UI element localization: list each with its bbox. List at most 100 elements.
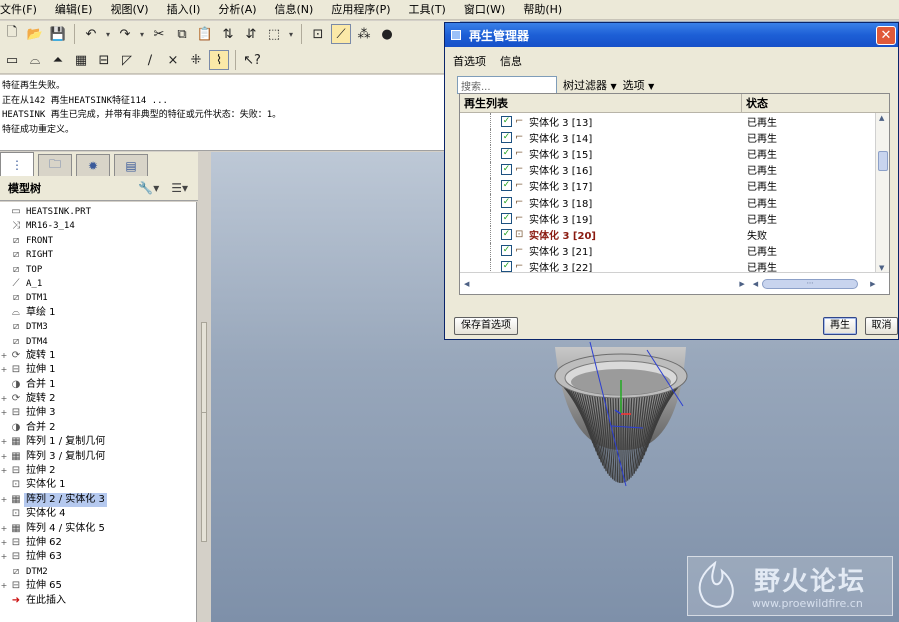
tab-layers[interactable]: ▤ (114, 154, 148, 176)
extrude-icon[interactable]: ⊟ (94, 50, 114, 70)
tree-node[interactable]: ⧄ DTM4 (0, 335, 196, 349)
menu-info[interactable]: 信息(N) (266, 0, 323, 20)
regen-row[interactable]: ✓ ⌐ 实体化 3 [15] 已再生 (460, 145, 889, 162)
redo-icon[interactable]: ↷ (115, 24, 135, 44)
select-box-icon[interactable]: ⬚ (264, 24, 284, 44)
tree-node[interactable]: + ⊟ 拉伸 2 (0, 464, 196, 478)
tree-node[interactable]: ⧄ DTM2 (0, 565, 196, 579)
expand-icon[interactable]: + (0, 464, 8, 478)
expand-icon[interactable]: + (0, 349, 8, 363)
tree-show-icon[interactable]: ☰▾ (171, 181, 188, 195)
menu-insert[interactable]: 插入(I) (158, 0, 210, 20)
sketch-icon[interactable]: ⌓ (25, 50, 45, 70)
regenerate-icon[interactable]: ⇅ (218, 24, 238, 44)
tree-node[interactable]: ⧄ FRONT (0, 234, 196, 248)
datum-axes-icon[interactable]: ⟋ (331, 24, 351, 44)
tab-folder-browser[interactable]: 🗀 (38, 154, 72, 176)
regen-checkbox[interactable]: ✓ (501, 164, 512, 176)
regen-checkbox[interactable]: ✓ (501, 245, 512, 257)
tree-node[interactable]: ◑ 合并 2 (0, 421, 196, 435)
tree-node[interactable]: ⊡ 实体化 4 (0, 507, 196, 521)
regen-row[interactable]: ✓ ⌐ 实体化 3 [16] 已再生 (460, 161, 889, 178)
regen-row[interactable]: ✓ ⊡ 实体化 3 [20] 失败 (460, 226, 889, 243)
options-dropdown[interactable]: 选项 ▼ (623, 77, 655, 93)
tree-node[interactable]: + ▦ 阵列 1 / 复制几何 (0, 435, 196, 449)
tree-node[interactable]: + ▦ 阵列 2 / 实体化 3 (0, 492, 196, 508)
undo-dropdown-icon[interactable]: ▾ (104, 24, 112, 44)
datum-plane-icon[interactable]: ▭ (2, 50, 22, 70)
tree-node[interactable]: + ⊟ 拉伸 63 (0, 550, 196, 564)
scroll-thumb[interactable] (878, 151, 888, 171)
tree-node[interactable]: ⧄ TOP (0, 263, 196, 277)
tree-node[interactable]: + ⊟ 拉伸 1 (0, 363, 196, 377)
undo-icon[interactable]: ↶ (81, 24, 101, 44)
cancel-button[interactable]: 取消 (865, 317, 898, 335)
expand-icon[interactable]: + (0, 363, 8, 377)
tree-node[interactable]: ▭ HEATSINK.PRT (0, 205, 196, 219)
tab-model-tree[interactable]: ⋮ (0, 152, 34, 176)
sweep-icon[interactable]: ∕ (140, 50, 160, 70)
scroll-up-icon[interactable]: ▲ (879, 114, 884, 122)
datum-points-icon[interactable]: ⁂ (354, 24, 374, 44)
tree-node[interactable]: ⌓ 草绘 1 (0, 306, 196, 320)
copy-icon[interactable]: ⧉ (172, 24, 192, 44)
regen-checkbox[interactable]: ✓ (501, 115, 512, 127)
revolve-icon[interactable]: ⏶ (48, 50, 68, 70)
tree-node[interactable]: ⤨ MR16-3_14 (0, 219, 196, 233)
scroll-right-icon[interactable]: ▶ (739, 280, 744, 288)
search-input[interactable] (457, 76, 557, 94)
refit-view-icon[interactable]: ⊡ (308, 24, 328, 44)
expand-icon[interactable]: + (0, 435, 8, 449)
expand-icon[interactable]: + (0, 536, 8, 550)
scroll-left-icon[interactable]: ◀ (753, 280, 758, 288)
menu-window[interactable]: 窗口(W) (455, 0, 514, 20)
tree-node[interactable]: ⧄ DTM1 (0, 291, 196, 305)
expand-icon[interactable]: + (0, 550, 8, 564)
tree-node[interactable]: + ⊟ 拉伸 65 (0, 579, 196, 593)
redo-dropdown-icon[interactable]: ▾ (138, 24, 146, 44)
regen-row[interactable]: ✓ ⌐ 实体化 3 [14] 已再生 (460, 129, 889, 146)
pattern-icon[interactable]: ▦ (71, 50, 91, 70)
tab-favorites[interactable]: ✹ (76, 154, 110, 176)
tree-node[interactable]: + ⊟ 拉伸 62 (0, 536, 196, 550)
close-button[interactable]: ✕ (876, 25, 896, 45)
scroll-down-icon[interactable]: ▼ (879, 264, 884, 272)
tree-node[interactable]: ➜ 在此插入 (0, 594, 196, 608)
tree-filter-dropdown[interactable]: 树过滤器 ▼ (563, 77, 617, 93)
regen-checkbox[interactable]: ✓ (501, 212, 512, 224)
regen-checkbox[interactable]: ✓ (501, 131, 512, 143)
regen-checkbox[interactable]: ✓ (501, 147, 512, 159)
csys-icon[interactable]: ⁜ (186, 50, 206, 70)
panel-splitter[interactable] (198, 152, 211, 622)
column-status[interactable]: 状态 (742, 94, 889, 112)
regen-row[interactable]: ✓ ⌐ 实体化 3 [19] 已再生 (460, 210, 889, 227)
expand-icon[interactable]: + (0, 450, 8, 464)
tree-node[interactable]: ⧄ RIGHT (0, 248, 196, 262)
menu-information[interactable]: 信息 (500, 53, 522, 69)
new-file-icon[interactable]: 🗋 (2, 24, 22, 44)
tree-node[interactable]: + ⟳ 旋转 1 (0, 349, 196, 363)
regenerate-button[interactable]: 再生 (823, 317, 857, 335)
regen-row[interactable]: ✓ ⌐ 实体化 3 [13] 已再生 (460, 113, 889, 130)
expand-icon[interactable]: + (0, 579, 8, 593)
menu-applications[interactable]: 应用程序(P) (322, 0, 399, 20)
menu-help[interactable]: 帮助(H) (514, 0, 571, 20)
regen-manager-icon[interactable]: ⇵ (241, 24, 261, 44)
regen-checkbox[interactable]: ✓ (501, 228, 512, 240)
menu-preferences[interactable]: 首选项 (453, 53, 486, 69)
curve-icon[interactable]: ⌇ (209, 50, 229, 70)
open-file-icon[interactable]: 📂 (25, 24, 45, 44)
tree-node[interactable]: + ▦ 阵列 4 / 实体化 5 (0, 522, 196, 536)
tree-node[interactable]: + ⟳ 旋转 2 (0, 392, 196, 406)
paste-icon[interactable]: 📋 (195, 24, 215, 44)
tree-node[interactable]: ◑ 合并 1 (0, 378, 196, 392)
menu-edit[interactable]: 编辑(E) (46, 0, 102, 20)
menu-tools[interactable]: 工具(T) (400, 0, 455, 20)
expand-icon[interactable]: + (0, 493, 8, 507)
regen-row[interactable]: ✓ ⌐ 实体化 3 [21] 已再生 (460, 242, 889, 259)
help-icon[interactable]: ↖? (242, 50, 262, 70)
tree-node[interactable]: + ▦ 阵列 3 / 复制几何 (0, 450, 196, 464)
dialog-title-bar[interactable]: 再生管理器 ✕ (445, 23, 898, 47)
regen-row[interactable]: ✓ ⌐ 实体化 3 [17] 已再生 (460, 177, 889, 195)
regen-checkbox[interactable]: ✓ (501, 196, 512, 208)
